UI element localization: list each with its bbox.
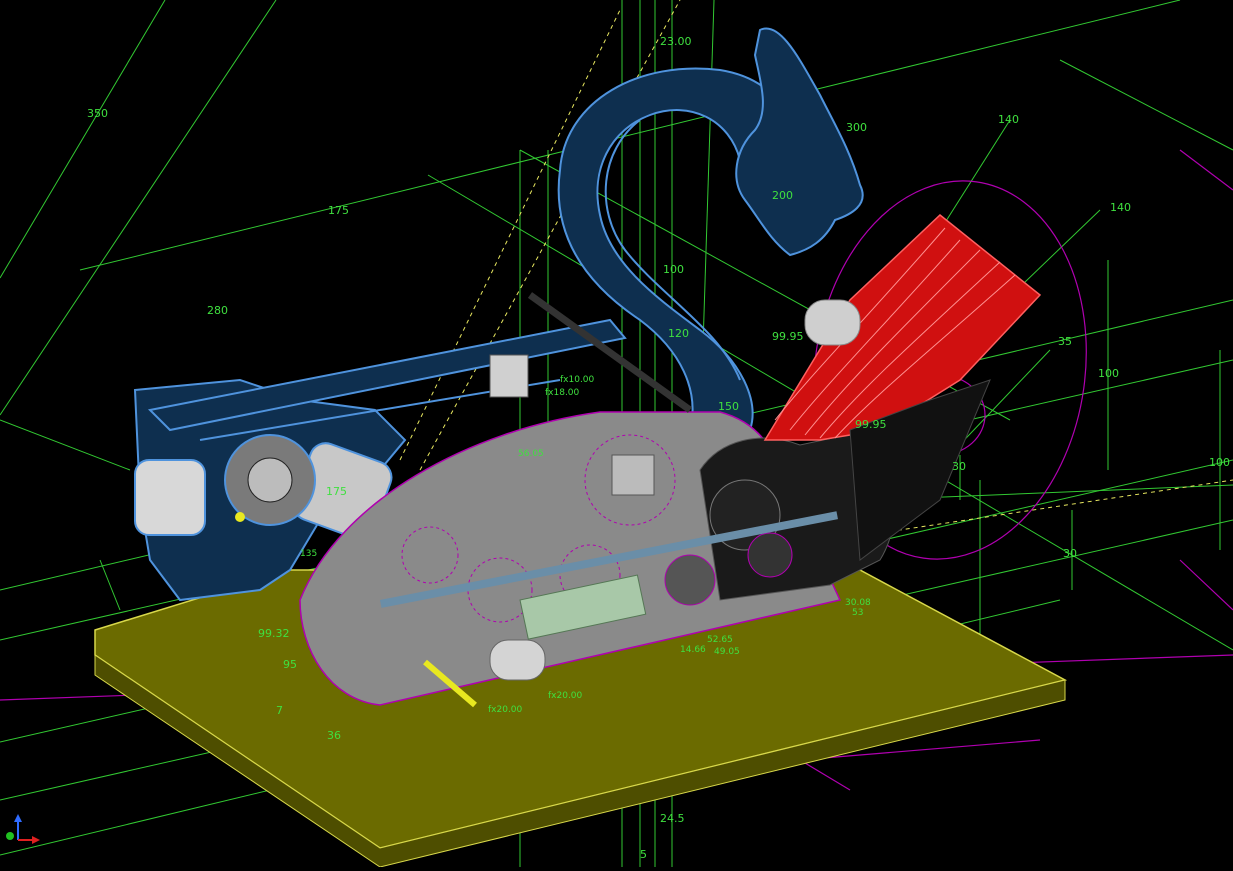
dragon-head[interactable] [735,27,864,257]
dim-280[interactable]: 280 [207,304,228,317]
dim-49-05[interactable]: 49.05 [714,647,740,657]
dim-53[interactable]: 53 [852,608,863,618]
dim-52-65[interactable]: 52.65 [707,635,733,645]
dim-140-b[interactable]: 140 [1110,201,1131,214]
gear-5[interactable] [664,554,716,606]
dim-350[interactable]: 350 [87,107,108,120]
dim-23[interactable]: 23.00 [660,35,692,48]
dim-fx20-b[interactable]: fx20.00 [548,691,583,701]
dim-36[interactable]: 36 [327,729,341,742]
dim-135[interactable]: 135 [300,549,317,559]
dim-100-b[interactable]: 100 [1098,367,1119,380]
xyz-axis-triad-icon [6,814,40,844]
dim-99-32[interactable]: 99.32 [258,627,290,640]
dim-95[interactable]: 95 [283,658,297,671]
dim-99-95-b[interactable]: 99.95 [855,418,887,431]
dim-5[interactable]: 5 [640,848,647,861]
gear-7[interactable] [747,532,793,578]
mount-bracket[interactable] [489,354,529,398]
dim-99-95-a[interactable]: 99.95 [772,330,804,343]
dim-56-05[interactable]: 56.05 [518,449,544,459]
dim-fx20-a[interactable]: fx20.00 [488,705,523,715]
dim-175[interactable]: 175 [328,204,349,217]
gear-hub-inner [247,457,293,503]
dim-150[interactable]: 150 [718,400,739,413]
dim-14-66[interactable]: 14.66 [680,645,706,655]
dim-120[interactable]: 120 [668,327,689,340]
dim-30-b[interactable]: 30 [1063,547,1077,560]
dim-30-08[interactable]: 30.08 [845,598,871,608]
dim-175-b[interactable]: 175 [326,485,347,498]
dim-fx18[interactable]: fx18.00 [545,388,580,398]
dim-100-a[interactable]: 100 [663,263,684,276]
dim-35[interactable]: 35 [1058,335,1072,348]
cad-3d-viewport[interactable]: 350 175 280 23.00 300 140 140 200 100 12… [0,0,1233,868]
dim-24-5[interactable]: 24.5 [660,812,685,825]
dim-30-a[interactable]: 30 [952,460,966,473]
dim-fx10[interactable]: fx10.00 [560,375,595,385]
pulley-stack[interactable] [489,639,546,681]
dim-200[interactable]: 200 [772,189,793,202]
dim-300[interactable]: 300 [846,121,867,134]
dim-140-a[interactable]: 140 [998,113,1019,126]
bearing-block[interactable] [611,454,655,496]
dim-7[interactable]: 7 [276,704,283,717]
yellow-marker [235,512,245,522]
dim-100-c[interactable]: 100 [1209,456,1230,469]
roller-drum[interactable] [804,299,861,346]
upper-link-bar[interactable] [147,318,627,432]
rear-motor[interactable] [134,459,206,536]
